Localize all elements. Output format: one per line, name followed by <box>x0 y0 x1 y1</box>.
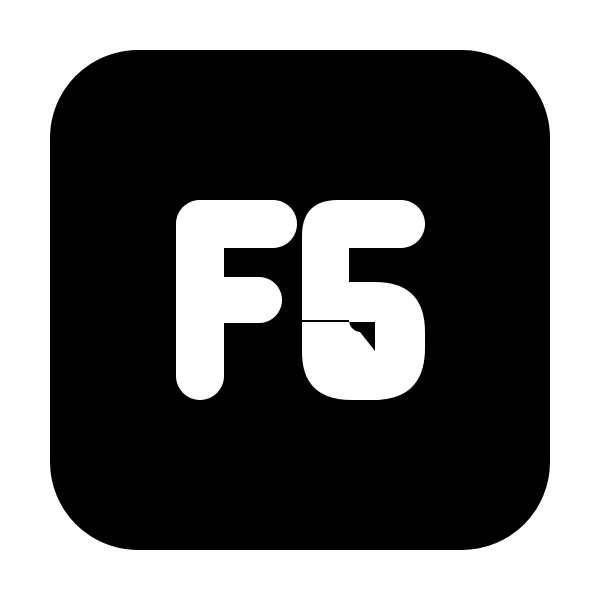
digit-5-shape <box>302 200 425 400</box>
f5-key-icon <box>0 0 600 600</box>
digit-5-glyph <box>302 200 425 400</box>
key-tile <box>50 50 550 550</box>
letter-f-middle-bar <box>176 277 282 323</box>
icon-canvas <box>0 0 600 600</box>
letter-f-top-bar <box>176 200 297 248</box>
